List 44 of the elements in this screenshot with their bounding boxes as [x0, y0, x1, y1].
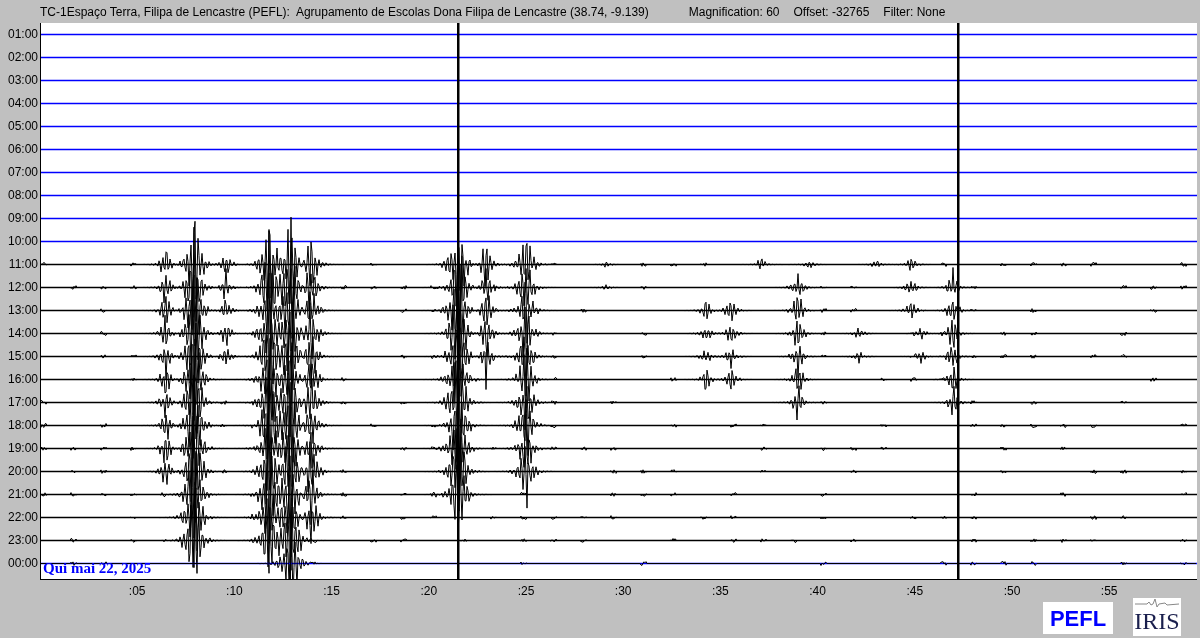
hour-label: 06:00: [6, 141, 39, 158]
time-tick-label: :10: [226, 583, 243, 600]
logo-text: IRIS: [1134, 608, 1180, 634]
hour-label: 22:00: [6, 509, 39, 526]
offset-text: Offset: -32765: [793, 3, 870, 21]
hour-label: 17:00: [6, 394, 39, 411]
hour-label: 20:00: [6, 463, 39, 480]
time-tick-label: :55: [1100, 583, 1118, 600]
hour-label: 14:00: [6, 325, 39, 342]
date-label: Qui mai 22, 2025: [43, 559, 152, 578]
time-tick-label: :15: [323, 583, 340, 600]
station-name: TC-1Espaço Terra, Filipa de Lencastre (PEFL):: [40, 3, 290, 21]
hour-label: 07:00: [6, 164, 39, 181]
hour-label: 11:00: [7, 256, 39, 273]
hour-label: 15:00: [6, 348, 39, 365]
hour-label: 12:00: [6, 279, 39, 296]
hour-label: 13:00: [6, 302, 39, 319]
time-tick-label: :30: [614, 583, 632, 600]
hour-label: 05:00: [6, 118, 39, 135]
time-tick-label: :45: [906, 583, 924, 600]
hour-label: 21:00: [6, 486, 39, 503]
hour-label: 16:00: [6, 371, 39, 388]
pefl-logo: PEFL: [1043, 602, 1113, 634]
magnification-text: Magnification: 60: [688, 3, 780, 21]
site-name: Agrupamento de Escolas Dona Filipa de Lencastre (38.74, -9.139): [295, 3, 649, 21]
hour-label: 00:00: [6, 555, 39, 572]
time-tick-label: :25: [517, 583, 535, 600]
hour-label: 04:00: [6, 95, 39, 112]
hour-label: 08:00: [6, 187, 39, 204]
hour-label: 10:00: [6, 233, 39, 250]
hour-label: 18:00: [6, 417, 39, 434]
hour-label: 09:00: [6, 210, 39, 227]
time-tick-label: :05: [128, 583, 146, 600]
hour-label: 01:00: [6, 26, 39, 43]
time-tick-label: :40: [809, 583, 826, 600]
hour-label: 03:00: [6, 72, 39, 89]
hour-label: 23:00: [6, 532, 39, 549]
time-tick-label: :20: [420, 583, 438, 600]
hour-label: 02:00: [6, 49, 39, 66]
hour-label: 19:00: [6, 440, 39, 457]
time-tick-label: :35: [712, 583, 729, 600]
time-tick-label: :50: [1003, 583, 1021, 600]
waveform-icon: [1135, 598, 1179, 608]
filter-text: Filter: None: [883, 3, 946, 21]
